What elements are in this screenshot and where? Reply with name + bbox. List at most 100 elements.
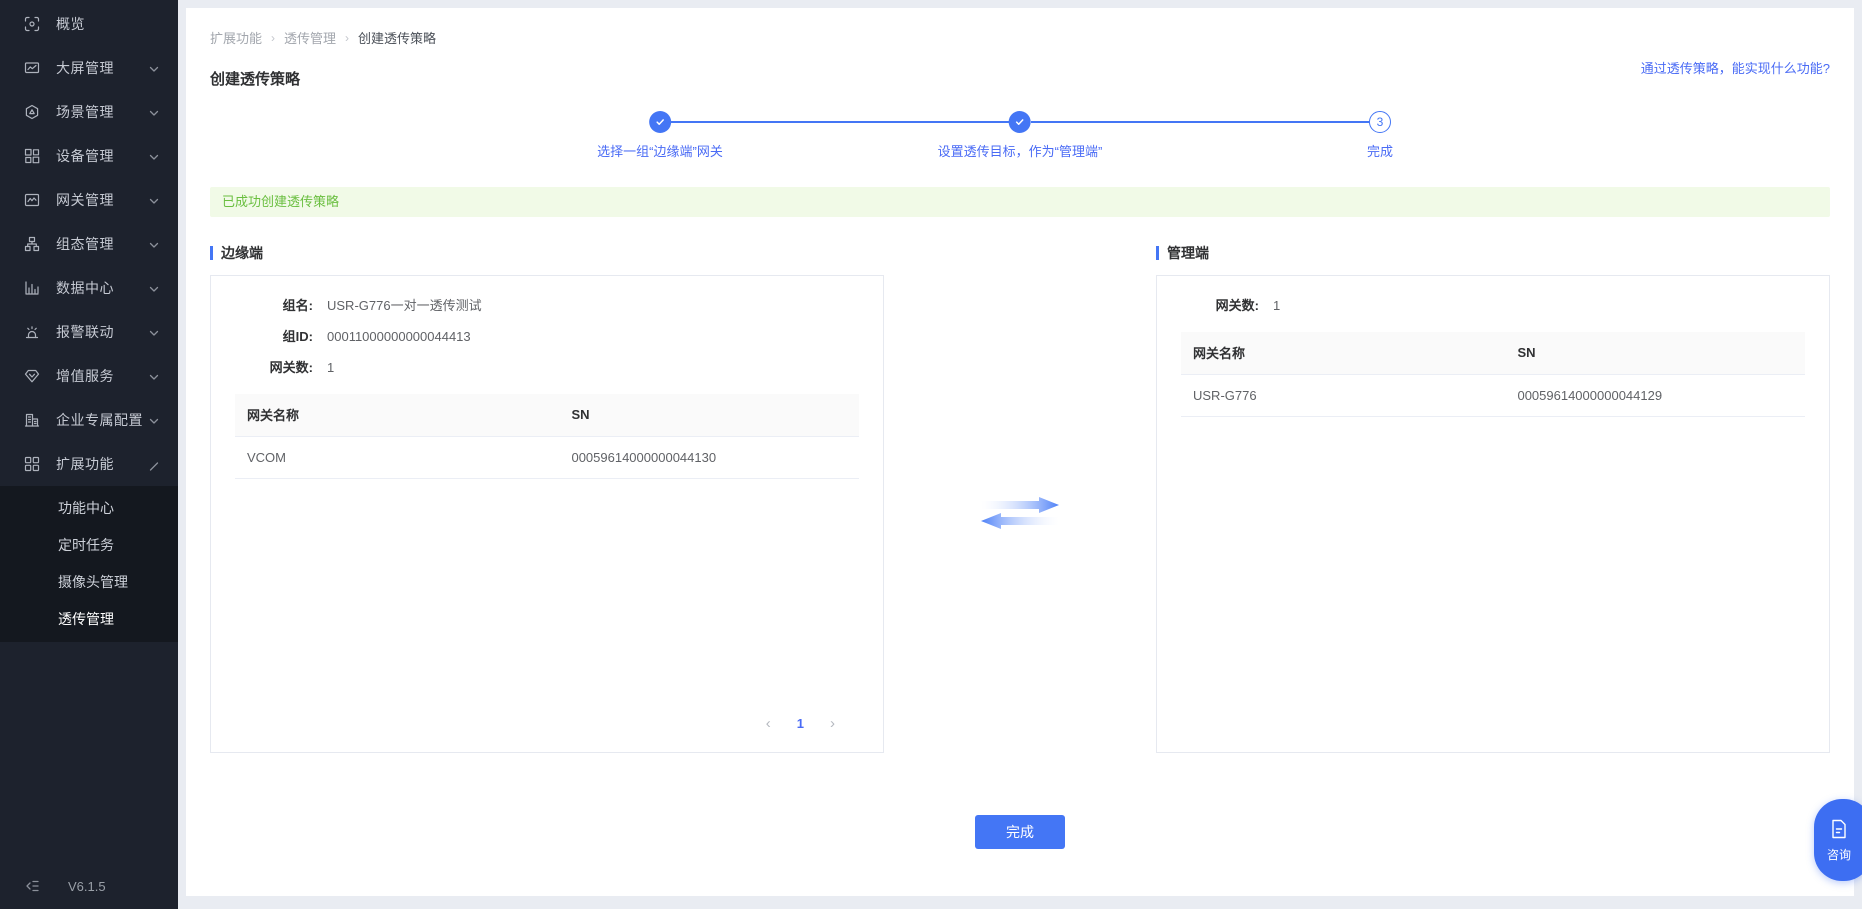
sidebar-submenu: 功能中心 定时任务 摄像头管理 透传管理 <box>0 486 178 642</box>
table-cell: USR-G776 <box>1181 374 1506 417</box>
sidebar-item-overview[interactable]: 概览 <box>0 2 178 46</box>
title-row: 创建透传策略 通过透传策略，能实现什么功能? <box>186 61 1854 89</box>
consult-label: 咨询 <box>1826 847 1851 862</box>
exchange-area <box>884 243 1156 753</box>
step-3-label: 完成 <box>1366 144 1394 159</box>
chevron-down-icon <box>148 106 160 118</box>
pagination-prev-icon[interactable]: ‹ <box>766 715 771 732</box>
enterprise-icon <box>24 412 40 428</box>
sidebar: 概览大屏管理 场景管理 设备管理 网关管理 组态管理 数据中心 报警联动 增值服务 企业专属配置… <box>0 0 178 909</box>
step-3: 3 完成 <box>1367 111 1393 160</box>
edge-panel-title: 边缘端 <box>221 245 263 261</box>
edge-gateway-table: 网关名称 SN VCOM 00059614000000044130 <box>235 394 859 479</box>
edge-panel: 边缘端 组名: USR-G776一对一透传测试组ID: 00011000000000… <box>210 243 884 753</box>
panels-row: 边缘端 组名: USR-G776一对一透传测试组ID: 00011000000000… <box>186 243 1854 753</box>
breadcrumb-item-2[interactable]: 透传管理 <box>284 28 336 47</box>
breadcrumb-separator-icon: › <box>345 30 350 45</box>
sidebar-item-alarm[interactable]: 报警联动 <box>0 310 178 354</box>
data-icon <box>24 280 40 296</box>
step-1: 选择一组“边缘端”网关 <box>597 111 723 160</box>
table-cell: 00059614000000044130 <box>559 436 859 479</box>
sidebar-subitem-camera-management[interactable]: 摄像头管理 <box>0 564 178 601</box>
breadcrumb-item-3: 创建透传策略 <box>358 31 437 46</box>
manage-fields: 网关数: 1 <box>1181 296 1805 316</box>
field-row: 组ID: 00011000000000044413 <box>235 327 859 347</box>
sidebar-item-scene[interactable]: 场景管理 <box>0 90 178 134</box>
pagination: ‹ 1 › <box>766 715 835 732</box>
edge-panel-header: 边缘端 <box>210 243 884 263</box>
table-cell: VCOM <box>235 436 560 479</box>
sidebar-item-config[interactable]: 组态管理 <box>0 222 178 266</box>
scene-icon <box>24 104 40 120</box>
table-header-sn: SN <box>1505 332 1805 375</box>
consult-button[interactable]: 咨询 <box>1814 799 1862 881</box>
field-label: 网关数: <box>269 360 313 375</box>
manage-panel-title: 管理端 <box>1167 245 1209 261</box>
section-marker <box>1156 246 1159 260</box>
step-2-circle <box>1008 111 1031 133</box>
sidebar-bottom: V6.1.5 <box>0 878 178 909</box>
sidebar-item-gateway[interactable]: 网关管理 <box>0 178 178 222</box>
chevron-up-icon <box>148 458 160 471</box>
screen-icon <box>24 60 40 76</box>
table-row: VCOM 00059614000000044130 <box>235 436 859 479</box>
section-marker <box>210 246 213 260</box>
config-icon <box>24 236 40 252</box>
edge-fields: 组名: USR-G776一对一透传测试组ID: 000110000000000444… <box>235 296 859 378</box>
field-value: 1 <box>327 360 335 375</box>
chevron-down-icon <box>148 414 160 426</box>
step-3-circle: 3 <box>1368 111 1391 133</box>
manage-panel-card: 网关数: 1 网关名称 SN USR-G776 00059614000000044129 <box>1156 275 1830 753</box>
sidebar-subitem-feature-center[interactable]: 功能中心 <box>0 490 178 527</box>
sidebar-item-device[interactable]: 设备管理 <box>0 134 178 178</box>
success-alert: 已成功创建透传策略 <box>210 187 1830 217</box>
sidebar-menu: 概览大屏管理 场景管理 设备管理 网关管理 组态管理 数据中心 报警联动 增值服务 企业专属配置… <box>0 0 178 642</box>
chevron-down-icon <box>148 326 160 338</box>
field-value: 1 <box>1273 298 1281 313</box>
vas-icon <box>24 368 40 384</box>
sidebar-item-enterprise[interactable]: 企业专属配置 <box>0 398 178 442</box>
version-label: V6.1.5 <box>68 878 106 894</box>
alarm-icon <box>24 324 40 340</box>
pagination-page-1[interactable]: 1 <box>797 716 804 731</box>
step-1-label: 选择一组“边缘端”网关 <box>597 144 723 159</box>
sidebar-subitem-passthrough-management[interactable]: 透传管理 <box>0 601 178 638</box>
breadcrumb-item-1[interactable]: 扩展功能 <box>210 28 262 47</box>
sidebar-item-extension[interactable]: 扩展功能 <box>0 442 178 486</box>
table-header-sn: SN <box>559 394 859 437</box>
sidebar-item-data[interactable]: 数据中心 <box>0 266 178 310</box>
step-2-label: 设置透传目标，作为“管理端” <box>937 144 1103 159</box>
pagination-next-icon[interactable]: › <box>830 715 835 732</box>
stepper: 选择一组“边缘端”网关 设置透传目标，作为“管理端” 3 完成 <box>186 101 1854 167</box>
extension-icon <box>24 456 40 472</box>
chevron-down-icon <box>148 62 160 74</box>
step-2: 设置透传目标，作为“管理端” <box>937 111 1103 160</box>
chevron-down-icon <box>148 194 160 206</box>
edge-panel-card: 组名: USR-G776一对一透传测试组ID: 000110000000000444… <box>210 275 884 753</box>
breadcrumb: 扩展功能 › 透传管理 › 创建透传策略 <box>186 8 1854 47</box>
sidebar-item-vas[interactable]: 增值服务 <box>0 354 178 398</box>
device-icon <box>24 148 40 164</box>
footer-actions: 完成 <box>186 815 1854 849</box>
sidebar-item-screen[interactable]: 大屏管理 <box>0 46 178 90</box>
data-exchange-icon <box>981 497 1059 529</box>
sidebar-item-label: 概览 <box>56 16 85 32</box>
content-card: 扩展功能 › 透传管理 › 创建透传策略 创建透传策略 通过透传策略，能实现什么功能? … <box>186 8 1854 896</box>
finish-button[interactable]: 完成 <box>975 815 1065 849</box>
help-link[interactable]: 通过透传策略，能实现什么功能? <box>1641 58 1830 77</box>
field-value: 00011000000000044413 <box>327 329 471 344</box>
field-row: 组名: USR-G776一对一透传测试 <box>235 296 859 316</box>
gateway-icon <box>24 192 40 208</box>
sidebar-subitem-scheduled-tasks[interactable]: 定时任务 <box>0 527 178 564</box>
chevron-down-icon <box>148 282 160 294</box>
table-cell: 00059614000000044129 <box>1505 374 1805 417</box>
chevron-down-icon <box>148 150 160 162</box>
chevron-down-icon <box>148 370 160 382</box>
overview-icon <box>24 16 40 32</box>
field-value: USR-G776一对一透传测试 <box>327 298 482 313</box>
field-label: 组名: <box>282 298 313 313</box>
breadcrumb-separator-icon: › <box>271 30 276 45</box>
collapse-sidebar-icon[interactable] <box>24 878 40 894</box>
field-label: 网关数: <box>1215 298 1259 313</box>
manage-gateway-table: 网关名称 SN USR-G776 00059614000000044129 <box>1181 332 1805 417</box>
